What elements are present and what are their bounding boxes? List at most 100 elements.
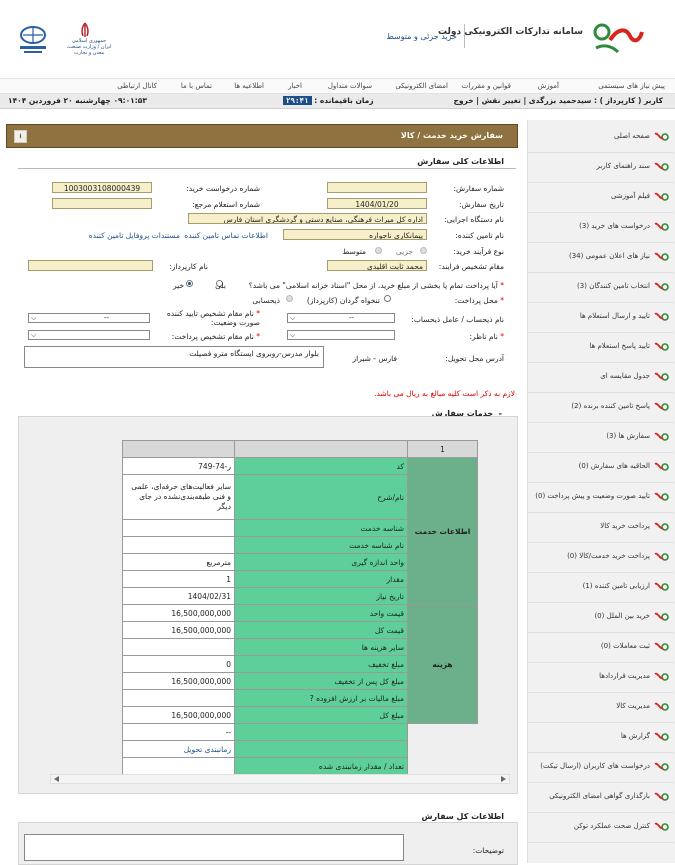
table-cell-label: مبلغ کل [234,706,408,724]
menu-item-laws[interactable]: قوانین و مقررات [462,82,511,90]
table-row: -- [122,723,478,775]
sidebar-arrow-icon [654,342,669,351]
menu-item-news[interactable]: اخبار [288,82,302,90]
sidebar-item[interactable]: تایید پاسخ استعلام ها [528,332,674,363]
sidebar-item-label: تایید و ارسال استعلام ها [579,312,650,320]
supervisor-select[interactable]: ⌵ [287,330,395,340]
order-date-label: تاریخ سفارش: [459,200,504,209]
general-section-title: اطلاعات کلی سفارش [417,157,504,166]
sidebar-arrow-icon [654,612,669,621]
sidebar-item[interactable]: درخواست های کاربران (ارسال تیکت) [528,752,674,783]
approver-select[interactable]: -- ⌵ [28,313,150,323]
table-group-label: اطلاعات خدمت [407,457,478,605]
dropdown-arrow-icon: ⌵ [31,331,37,339]
delivery-label: آدرس محل تحویل: [445,354,504,363]
table-cell-label: کد [234,457,408,475]
notes-field[interactable] [24,834,404,861]
current-datetime: ۰۹:۰۱:۵۳ چهارشنبه ۲۰ فروردین ۱۴۰۴ [8,96,147,105]
supplier-contact-link[interactable]: اطلاعات تماس تامین کننده [184,231,268,240]
sidebar-item-label: جدول مقایسه ای [600,372,650,380]
app-subtitle: خرید جزئی و متوسط [386,32,457,41]
sidebar-item[interactable]: بارگذاری گواهی امضای الکترونیکی [528,782,674,813]
sidebar-arrow-icon [654,492,669,501]
table-cell-label [234,740,408,758]
beneficiary-select-value: -- [348,314,354,322]
table-cell-label: مقدار [234,570,408,588]
menu-item-announcements[interactable]: اطلاعیه ها [234,82,264,90]
sidebar-arrow-icon [654,672,669,681]
sidebar-item[interactable]: نیاز های اعلان عمومی (34) [528,242,674,273]
table-cell-value [122,638,235,656]
sidebar-item[interactable]: ارزیابی تامین کننده (1) [528,572,674,603]
sidebar-item[interactable]: درخواست های خرید (3) [528,212,674,243]
sidebar-item-label: پرداخت خرید خدمت/کالا (0) [567,552,650,560]
supervisor-label: * نام ناظر: [469,332,504,341]
table-cell-value: 0 [122,655,235,673]
delivery-address-field[interactable]: بلوار مدرس-روبروی ایستگاه مترو فصیلت [24,346,324,368]
sidebar-item-label: فیلم آموزشی [610,192,650,200]
table-cell-label: سایر هزینه ها [234,638,408,656]
table-cell-label: نام شناسه خدمت [234,536,408,554]
treasury-question: * آیا پرداخت تمام یا بخشی از مبلغ خرید، … [248,281,504,290]
setad-logo[interactable] [588,18,644,58]
treasury-no-radio[interactable] [186,280,193,287]
payment-revolving-radio[interactable] [384,295,391,302]
sidebar-arrow-icon [654,432,669,441]
column-header: 1 [407,440,478,458]
sidebar-item[interactable]: پرداخت خرید خدمت/کالا (0) [528,542,674,573]
sidebar-item[interactable]: گزارش ها [528,722,674,753]
table-cell-value: 16,500,000,000 [122,672,235,690]
sidebar-item[interactable]: ثبت معاملات (0) [528,632,674,663]
payment-authority-label: * نام مقام تشخیص پرداخت: [171,332,260,341]
table-corner [122,440,235,458]
horizontal-scrollbar[interactable] [50,774,510,784]
table-cell-label: مبلغ مالیات بر ارزش افزوده ? [234,689,408,707]
page-header: سفارش خرید خدمت / کالا ⭳ [6,124,518,148]
sidebar-item[interactable]: تایید صورت وضعیت و پیش پرداخت (0) [528,482,674,513]
table-cell-label: واحد اندازه گیری [234,553,408,571]
sidebar-item[interactable]: الحاقیه های سفارش (0) [528,452,674,483]
sidebar-item[interactable]: پرداخت خرید کالا [528,512,674,543]
table-cell-value[interactable]: زمانبندی تحویل [122,740,235,758]
sidebar-item[interactable]: سفارش ها (3) [528,422,674,453]
sidebar-item[interactable]: پاسخ تامین کننده برنده (2) [528,392,674,423]
sidebar-item[interactable]: انتخاب تامین کنندگان (3) [528,272,674,303]
table-cell-value: سایر فعالیت‌های حرفه‌ای، علمی و فنی طبقه… [122,474,235,520]
sidebar-item[interactable]: تایید و ارسال استعلام ها [528,302,674,333]
table-cell-value [122,519,235,537]
sidebar-item[interactable]: مدیریت کالا [528,692,674,723]
sidebar-item-label: انتخاب تامین کنندگان (3) [577,282,650,290]
user-info[interactable]: کاربر ( کارپرداز ) : سیدحمید بزرگدی | تغ… [453,96,663,105]
sidebar-item[interactable]: مدیریت قراردادها [528,662,674,693]
menu-item-contact[interactable]: تماس با ما [181,82,212,90]
download-icon[interactable]: ⭳ [14,130,27,143]
menu-item-training[interactable]: آموزش [538,82,559,90]
menu-item-channel[interactable]: کانال ارتباطی [117,82,157,90]
sidebar-arrow-icon [654,522,669,531]
executive-label: نام دستگاه اجرایی: [444,215,504,224]
menu-item-faq[interactable]: سوالات متداول [328,82,372,90]
sidebar-item[interactable]: صفحه اصلی [528,122,674,153]
supplier-docs-link[interactable]: مستندات پروفایل تامین کننده [89,231,180,240]
process-medium-radio[interactable] [375,247,382,254]
iran-emblem [81,22,89,37]
sidebar-item[interactable]: جدول مقایسه ای [528,362,674,393]
sidebar-item[interactable]: فیلم آموزشی [528,182,674,213]
process-minor-radio[interactable] [420,247,427,254]
determiner-label: مقام تشخیص فرایند: [438,262,504,271]
sidebar-item[interactable]: کنترل صحت عملکرد توکن [528,812,674,843]
sidebar-arrow-icon [654,582,669,591]
sidebar-item[interactable]: خرید بین الملل (0) [528,602,674,633]
sidebar-item[interactable]: سند راهنمای کاربر [528,152,674,183]
title-divider [464,24,465,48]
sidebar-arrow-icon [654,642,669,651]
menu-item-prerequisites[interactable]: پیش نیاز های سیستمی [598,82,665,90]
process-minor-label: جزیی [395,247,413,256]
beneficiary-select[interactable]: -- ⌵ [287,313,395,323]
table-corner [234,440,408,458]
menu-item-esignature[interactable]: امضای الکترونیکی [395,82,448,90]
payment-authority-select[interactable]: ⌵ [28,330,150,340]
table-cell-value [122,536,235,554]
payment-beneficiary-radio[interactable] [286,295,293,302]
sidebar-arrow-icon [654,762,669,771]
